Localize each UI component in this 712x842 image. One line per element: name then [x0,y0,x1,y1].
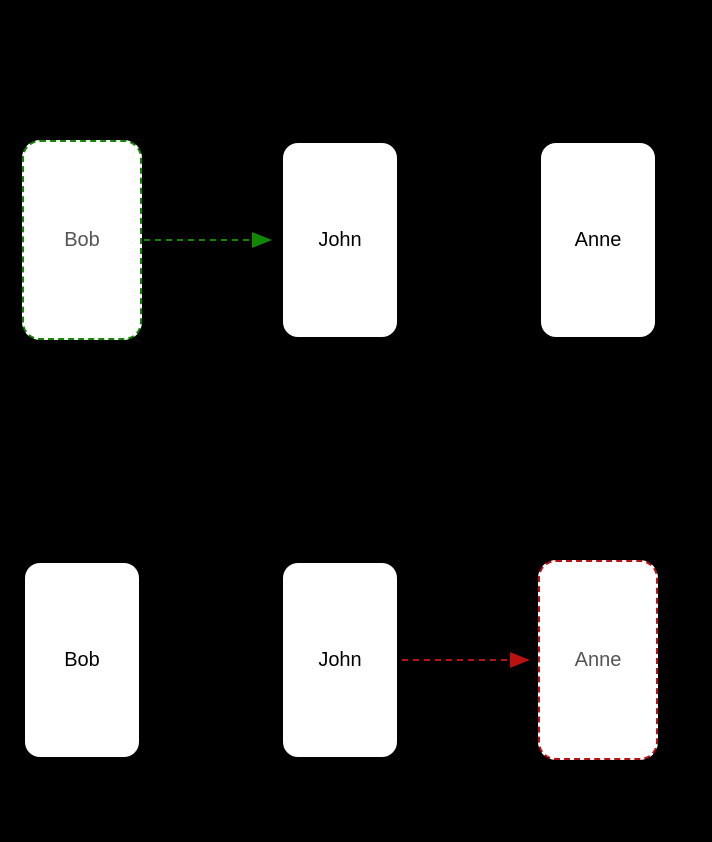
arrow-top [142,230,282,250]
node-label: Anne [575,229,622,252]
node-anne-top: Anne [538,140,658,340]
node-label: Bob [64,649,100,672]
node-label: John [318,229,361,252]
node-label: Anne [575,649,622,672]
node-anne-bottom: Anne [538,560,658,760]
node-bob-bottom: Bob [22,560,142,760]
arrow-bottom [400,650,540,670]
node-label: Bob [64,229,100,252]
node-bob-top: Bob [22,140,142,340]
diagram-canvas: Bob John Anne Bob John Anne [0,0,712,842]
node-john-top: John [280,140,400,340]
node-john-bottom: John [280,560,400,760]
node-label: John [318,649,361,672]
